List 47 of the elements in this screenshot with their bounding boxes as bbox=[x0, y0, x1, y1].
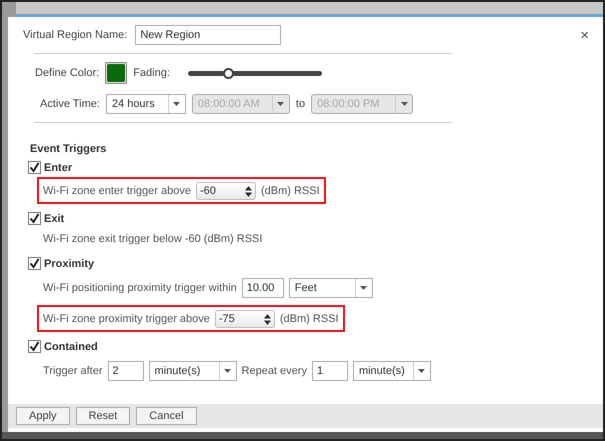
spinner-icon bbox=[264, 314, 271, 324]
field-label: Wi-Fi zone proximity trigger above bbox=[43, 313, 210, 325]
footer-button[interactable]: Reset bbox=[76, 407, 130, 425]
field-label: Active Time: bbox=[40, 98, 100, 110]
dropdown[interactable]: 24 hours bbox=[106, 94, 186, 114]
description-text: Wi-Fi zone exit trigger below -60 (dBm) RSSI bbox=[43, 233, 262, 245]
checkbox[interactable] bbox=[28, 161, 41, 174]
footer-button[interactable]: Cancel bbox=[136, 407, 197, 425]
field-label: Fading: bbox=[133, 67, 170, 79]
field-label: Trigger after bbox=[43, 365, 103, 377]
dropdown[interactable]: Feet bbox=[288, 278, 373, 298]
checkbox-label: Contained bbox=[44, 340, 98, 352]
field-label: Wi-Fi positioning proximity trigger within bbox=[43, 282, 237, 294]
caret-icon bbox=[224, 369, 232, 373]
number-field[interactable]: 1 bbox=[312, 361, 348, 381]
spin-field[interactable]: -60 bbox=[196, 182, 256, 200]
checkbox[interactable] bbox=[28, 340, 41, 353]
caret-icon bbox=[173, 102, 180, 106]
unit-label: (dBm) RSSI bbox=[280, 313, 339, 325]
checkbox[interactable] bbox=[28, 257, 41, 270]
checkbox[interactable] bbox=[28, 212, 41, 225]
spin-field[interactable]: -75 bbox=[214, 310, 275, 328]
field-label: Wi-Fi zone enter trigger above bbox=[43, 185, 191, 197]
slider-thumb[interactable] bbox=[223, 68, 234, 78]
fading-slider[interactable] bbox=[188, 70, 322, 76]
footer-button[interactable]: Apply bbox=[16, 407, 70, 425]
caret-icon bbox=[400, 102, 408, 106]
dropdown[interactable]: minute(s) bbox=[148, 361, 237, 381]
checkbox-label: Enter bbox=[44, 162, 72, 174]
section-title: Event Triggers bbox=[29, 143, 108, 155]
name-field[interactable]: New Region bbox=[135, 25, 282, 45]
checkbox-label: Proximity bbox=[44, 258, 94, 270]
caret-icon bbox=[277, 102, 284, 106]
distance-field[interactable]: 10.00 bbox=[242, 278, 284, 298]
color-swatch[interactable] bbox=[105, 62, 128, 84]
field-label: Repeat every bbox=[242, 365, 307, 377]
field-label: Virtual Region Name: bbox=[23, 29, 128, 41]
caret-icon bbox=[360, 286, 368, 290]
field-label: to bbox=[296, 98, 306, 110]
number-field[interactable]: 2 bbox=[108, 361, 144, 381]
close-button[interactable]: × bbox=[580, 27, 589, 44]
caret-icon bbox=[418, 369, 426, 373]
checkbox-label: Exit bbox=[44, 212, 64, 224]
field-label: Define Color: bbox=[35, 67, 100, 79]
dropdown[interactable]: minute(s) bbox=[352, 361, 431, 381]
unit-label: (dBm) RSSI bbox=[260, 185, 320, 197]
spinner-icon bbox=[244, 186, 252, 196]
